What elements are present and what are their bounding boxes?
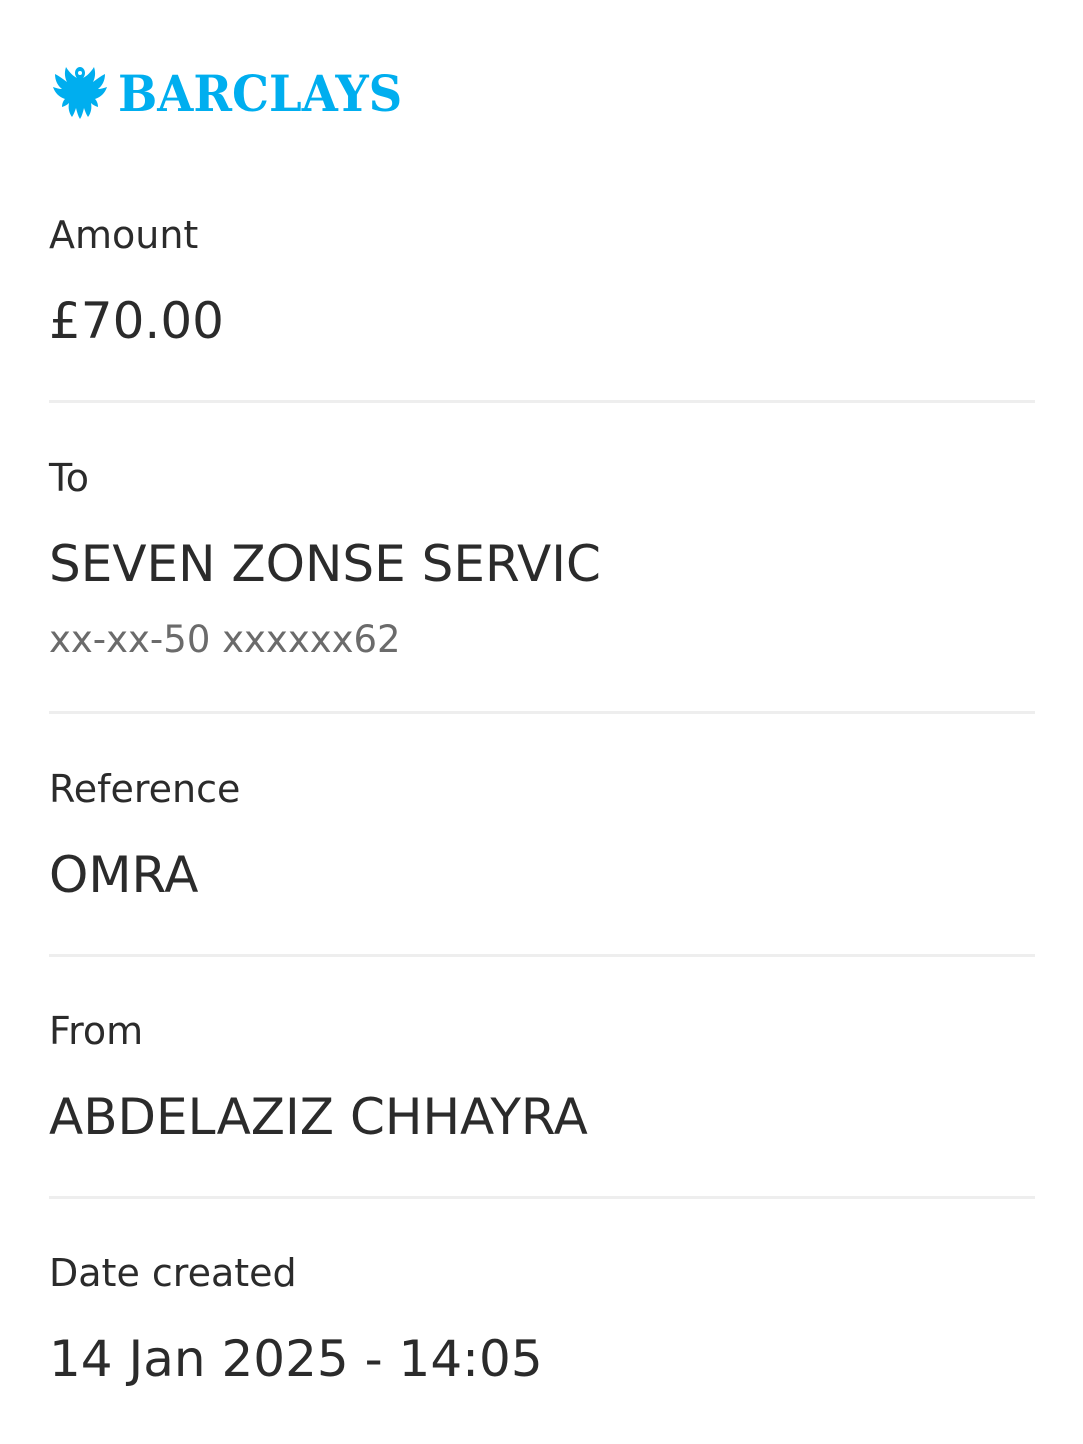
- payee-account: xx-xx-50 xxxxxx62: [49, 618, 401, 661]
- from-label: From: [49, 1009, 144, 1053]
- amount-value: £70.00: [49, 292, 224, 350]
- amount-section: Amount £70.00: [49, 212, 1035, 404]
- divider: [49, 1196, 1035, 1199]
- to-label: To: [49, 456, 90, 500]
- date-created-label: Date created: [49, 1251, 297, 1295]
- to-section: To SEVEN ZONSE SERVIC xx-xx-50 xxxxxx62: [49, 455, 1035, 716]
- from-section: From ABDELAZIZ CHHAYRA: [49, 1008, 1035, 1200]
- reference-section: Reference OMRA: [49, 766, 1035, 958]
- amount-label: Amount: [49, 213, 199, 257]
- date-created-section: Date created 14 Jan 2025 - 14:05: [49, 1250, 1035, 1410]
- divider: [49, 954, 1035, 957]
- date-created-value: 14 Jan 2025 - 14:05: [49, 1330, 543, 1388]
- divider: [49, 400, 1035, 403]
- barclays-logo: BARCLAYS: [52, 62, 424, 126]
- payment-details-page: BARCLAYS Amount £70.00 To SEVEN ZONSE SE…: [0, 0, 1083, 1444]
- payer-name: ABDELAZIZ CHHAYRA: [49, 1088, 588, 1146]
- reference-label: Reference: [49, 767, 241, 811]
- divider: [49, 711, 1035, 714]
- brand-name: BARCLAYS: [118, 64, 403, 123]
- eagle-icon: [53, 67, 107, 119]
- payee-name: SEVEN ZONSE SERVIC: [49, 535, 601, 593]
- reference-value: OMRA: [49, 846, 199, 904]
